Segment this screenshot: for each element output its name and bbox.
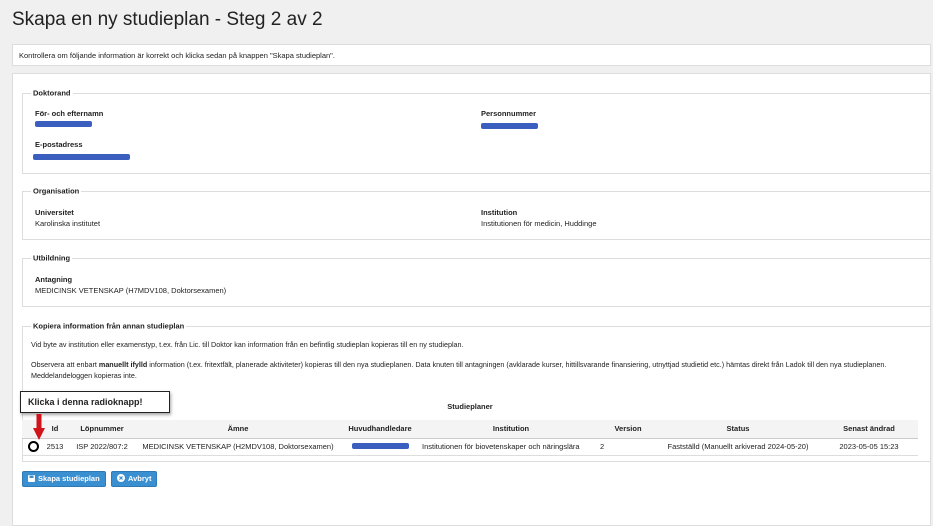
notice-text: Kontrollera om följande information är k… [12, 44, 931, 66]
cancel-button[interactable]: Avbryt [111, 471, 158, 487]
doktorand-legend: Doktorand [31, 88, 73, 98]
arrow-down-icon [33, 414, 45, 440]
kopiera-info-1: Vid byte av institution eller examenstyp… [31, 340, 464, 349]
row-institution: Institutionen för biovetenskaper och när… [422, 438, 600, 456]
row-senast: 2023-05-05 15:23 [820, 438, 918, 456]
pnr-redacted [481, 123, 538, 129]
cancel-circle-icon [117, 472, 125, 486]
create-button-label: Skapa studieplan [38, 474, 100, 483]
col-lopnummer: Löpnummer [66, 420, 138, 439]
row-version: 2 [600, 438, 656, 456]
pnr-label: Personnummer [481, 109, 537, 118]
create-studyplan-button[interactable]: Skapa studieplan [22, 471, 106, 487]
row-select-cell [22, 438, 44, 456]
instruction-callout: Klicka i denna radioknapp! [20, 391, 170, 413]
row-amne: MEDICINSK VETENSKAP (H2MDV108, Doktorsex… [138, 438, 338, 456]
col-senast: Senast ändrad [820, 420, 918, 439]
studieplaner-table: Id Löpnummer Ämne Huvudhandledare Instit… [22, 420, 918, 456]
inst-label: Institution [481, 208, 518, 217]
name-redacted [35, 121, 92, 127]
row-lopnummer: ISP 2022/807:2 [66, 438, 138, 456]
row-status: Fastställd (Manuellt arkiverad 2024-05-2… [656, 438, 820, 456]
uni-label: Universitet [35, 208, 74, 217]
handledare-redacted [351, 443, 409, 449]
page-title: Skapa en ny studieplan - Steg 2 av 2 [12, 9, 323, 30]
doktorand-section: Doktorand För- och efternamn Personnumme… [22, 88, 931, 174]
name-label: För- och efternamn [35, 109, 104, 118]
select-radio[interactable] [27, 441, 39, 452]
utbildning-legend: Utbildning [31, 253, 73, 263]
col-version: Version [600, 420, 656, 439]
inst-value: Institutionen för medicin, Huddinge [481, 219, 597, 228]
email-redacted [33, 154, 130, 160]
col-status: Status [656, 420, 820, 439]
email-label: E-postadress [35, 140, 83, 149]
kopiera-legend: Kopiera information från annan studiepla… [31, 321, 187, 331]
manual-bold: manuellt ifylld [98, 360, 148, 369]
antagning-label: Antagning [35, 275, 73, 284]
col-id: Id [44, 420, 66, 439]
save-icon [28, 472, 35, 486]
col-handledare: Huvudhandledare [338, 420, 422, 439]
organisation-section: Organisation Universitet Karolinska inst… [22, 186, 931, 240]
col-amne: Ämne [138, 420, 338, 439]
utbildning-section: Utbildning Antagning MEDICINSK VETENSKAP… [22, 253, 931, 307]
row-handledare [338, 438, 422, 456]
organisation-legend: Organisation [31, 186, 82, 196]
uni-value: Karolinska institutet [35, 219, 101, 228]
table-header-row: Id Löpnummer Ämne Huvudhandledare Instit… [22, 420, 918, 439]
row-id: 2513 [44, 438, 66, 456]
col-institution: Institution [422, 420, 600, 439]
table-row: 2513 ISP 2022/807:2 MEDICINSK VETENSKAP … [22, 438, 918, 456]
cancel-button-label: Avbryt [128, 474, 152, 483]
kopiera-info-2: Observera att enbart manuellt ifylld inf… [31, 360, 887, 380]
antagning-value: MEDICINSK VETENSKAP (H7MDV108, Doktorsex… [35, 286, 227, 295]
